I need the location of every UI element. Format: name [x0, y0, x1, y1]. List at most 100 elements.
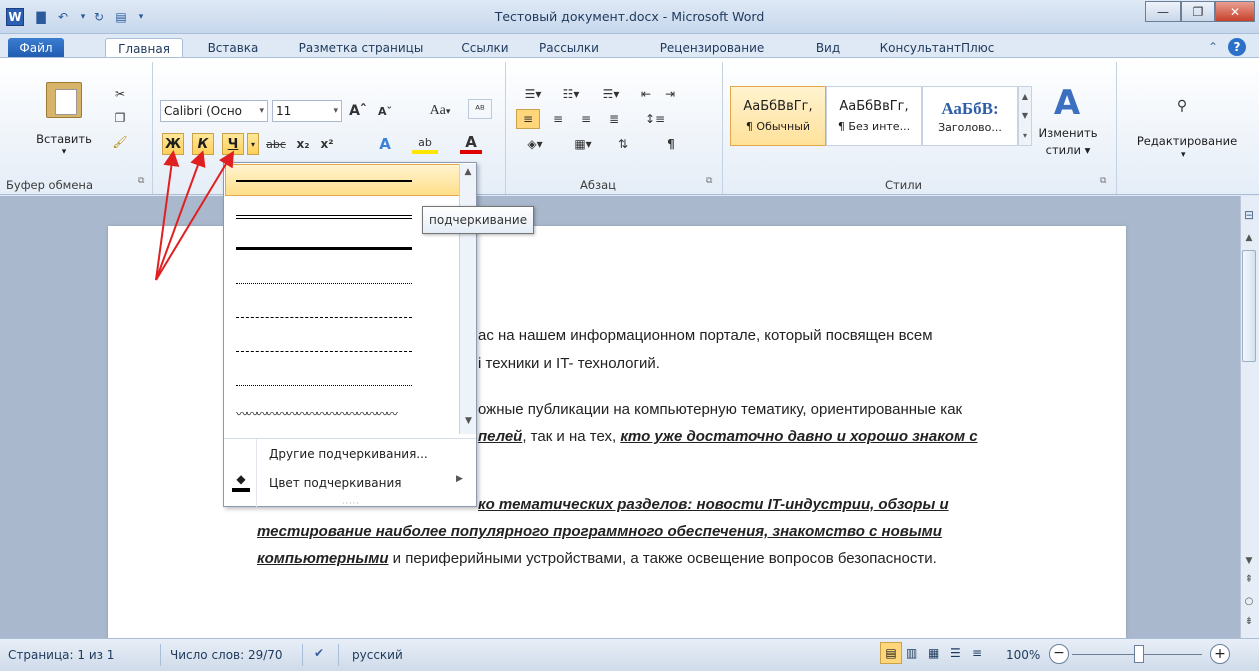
arrow-to-underline: [155, 150, 235, 281]
numbering-icon[interactable]: ☷▾: [556, 84, 586, 104]
chevron-down-icon[interactable]: ▼: [1022, 111, 1028, 120]
help-icon[interactable]: ?: [1228, 38, 1246, 56]
editing-button[interactable]: Редактирование: [1120, 134, 1254, 148]
zoom-in-icon[interactable]: +: [1210, 644, 1230, 664]
font-color-icon[interactable]: A: [460, 133, 482, 154]
superscript-button[interactable]: x²: [316, 134, 338, 154]
style-normal[interactable]: АаБбВвГг, ¶ Обычный: [730, 86, 826, 146]
clipboard-group-label: Буфер обмена: [6, 178, 94, 192]
outline-icon[interactable]: ☰: [950, 646, 961, 660]
maximize-button[interactable]: ❐: [1181, 1, 1215, 22]
scrollbar-thumb[interactable]: [1242, 250, 1256, 362]
chevron-up-icon[interactable]: ▲: [460, 167, 476, 177]
web-layout-icon[interactable]: ▦: [928, 646, 939, 660]
tab-review[interactable]: Рецензирование: [648, 38, 776, 58]
ruler-toggle-icon[interactable]: ⊟: [1241, 208, 1257, 228]
zoom-level[interactable]: 100%: [1006, 648, 1040, 662]
print-layout-icon[interactable]: ▤: [880, 642, 902, 664]
collapse-ribbon-icon[interactable]: ⌃: [1208, 40, 1218, 54]
scroll-up-icon[interactable]: ▲: [1241, 233, 1257, 243]
dropdown-scrollbar[interactable]: ▲ ▼: [459, 164, 476, 434]
divider: [338, 644, 339, 666]
zoom-out-icon[interactable]: −: [1049, 644, 1069, 664]
align-center-icon[interactable]: ≡: [546, 109, 570, 129]
shrink-font-icon[interactable]: Aˇ: [374, 101, 396, 121]
bold-run: пелей: [478, 428, 523, 445]
format-painter-icon[interactable]: 🖌: [110, 132, 130, 152]
underline-color-item[interactable]: Цвет подчеркивания: [225, 471, 477, 495]
close-button[interactable]: ✕: [1215, 1, 1255, 22]
chevron-up-icon[interactable]: ▲: [1022, 92, 1028, 101]
dashed-line: [236, 317, 412, 318]
change-styles-label-1[interactable]: Изменить: [1036, 124, 1100, 142]
shading-icon[interactable]: ◈▾: [518, 134, 552, 154]
paragraph-launcher-icon[interactable]: ⧉: [706, 176, 712, 186]
change-styles-label-2[interactable]: стили ▾: [1036, 142, 1100, 158]
more-underlines-item[interactable]: Другие подчеркивания...: [225, 442, 477, 466]
tab-consultantplus[interactable]: КонсультантПлюс: [870, 38, 1004, 58]
page-count[interactable]: Страница: 1 из 1: [8, 648, 114, 662]
highlight-icon[interactable]: ab: [412, 134, 438, 154]
previous-page-icon[interactable]: ⇞: [1241, 574, 1257, 585]
tab-view[interactable]: Вид: [808, 38, 848, 58]
style-heading[interactable]: АаБбВ: Заголово...: [922, 86, 1018, 146]
tab-mailings[interactable]: Рассылки: [530, 38, 608, 58]
binoculars-icon[interactable]: ⚲: [1170, 96, 1194, 116]
tab-page-layout[interactable]: Разметка страницы: [286, 38, 436, 58]
sort-icon[interactable]: ⇅: [612, 134, 634, 154]
doc-line-2: і техники и IT- технологий.: [478, 355, 660, 372]
draft-icon[interactable]: ≡: [972, 646, 982, 660]
align-left-icon[interactable]: ≡: [516, 109, 540, 129]
align-right-icon[interactable]: ≡: [574, 109, 598, 129]
chevron-down-icon[interactable]: ▼: [461, 416, 476, 426]
paste-dropdown-icon[interactable]: ▾: [58, 147, 70, 157]
font-name-combo[interactable]: Calibri (Осно ▾: [160, 100, 268, 122]
strikethrough-button[interactable]: abc: [263, 134, 289, 154]
scroll-down-icon[interactable]: ▼: [1241, 556, 1257, 566]
chevron-down-icon: ▾: [445, 105, 451, 116]
group-separator: [505, 62, 506, 194]
increase-indent-icon[interactable]: ⇥: [660, 84, 680, 104]
style-preview: АаБбВвГг,: [839, 99, 909, 114]
browse-object-icon[interactable]: ○: [1241, 596, 1257, 607]
grow-font-icon[interactable]: Aˆ: [347, 101, 369, 121]
tab-insert[interactable]: Вставка: [197, 38, 269, 58]
line-spacing-icon[interactable]: ↕≡: [640, 109, 670, 129]
tab-home[interactable]: Главная: [105, 38, 183, 58]
proofing-icon[interactable]: ✔: [314, 646, 324, 660]
paste-icon[interactable]: [46, 82, 82, 118]
change-styles-icon[interactable]: A: [1046, 84, 1088, 122]
styles-scroll[interactable]: ▲ ▼ ▾: [1018, 86, 1032, 146]
minimize-button[interactable]: —: [1145, 1, 1181, 22]
decrease-indent-icon[interactable]: ⇤: [636, 84, 656, 104]
style-preview: АаБбВ:: [941, 98, 999, 118]
font-size-combo[interactable]: 11 ▾: [272, 100, 342, 122]
text-effects-icon[interactable]: A: [372, 134, 398, 154]
subscript-button[interactable]: x₂: [292, 134, 314, 154]
copy-icon[interactable]: ❐: [110, 108, 130, 128]
justify-icon[interactable]: ≣: [602, 109, 626, 129]
tab-file[interactable]: Файл: [8, 38, 64, 58]
full-screen-icon[interactable]: ▥: [906, 646, 917, 660]
multilevel-list-icon[interactable]: ☴▾: [596, 84, 626, 104]
zoom-slider-thumb[interactable]: [1134, 645, 1144, 663]
styles-launcher-icon[interactable]: ⧉: [1100, 176, 1106, 186]
borders-icon[interactable]: ▦▾: [566, 134, 600, 154]
clear-formatting-icon[interactable]: ᴬᴮ: [468, 99, 492, 119]
style-no-spacing[interactable]: АаБбВвГг, ¶ Без инте...: [826, 86, 922, 146]
show-marks-icon[interactable]: ¶: [660, 134, 682, 154]
doc-line-3: ожные публикации на компьютерную тематик…: [478, 401, 963, 418]
divider: [160, 644, 161, 666]
chevron-down-icon[interactable]: ▾: [1181, 150, 1186, 160]
resize-grip-icon[interactable]: ·····: [342, 499, 360, 508]
bullets-icon[interactable]: ☰▾: [518, 84, 548, 104]
cut-icon[interactable]: ✂: [110, 84, 130, 104]
word-count[interactable]: Число слов: 29/70: [170, 648, 283, 662]
text-run: , так и на тех,: [522, 428, 621, 445]
next-page-icon[interactable]: ⇟: [1241, 616, 1257, 627]
change-case-button[interactable]: Aa ▾: [423, 101, 457, 121]
language[interactable]: русский: [352, 648, 403, 662]
more-icon[interactable]: ▾: [1023, 131, 1027, 140]
paste-button[interactable]: Вставить: [30, 132, 98, 146]
tab-references[interactable]: Ссылки: [455, 38, 515, 58]
